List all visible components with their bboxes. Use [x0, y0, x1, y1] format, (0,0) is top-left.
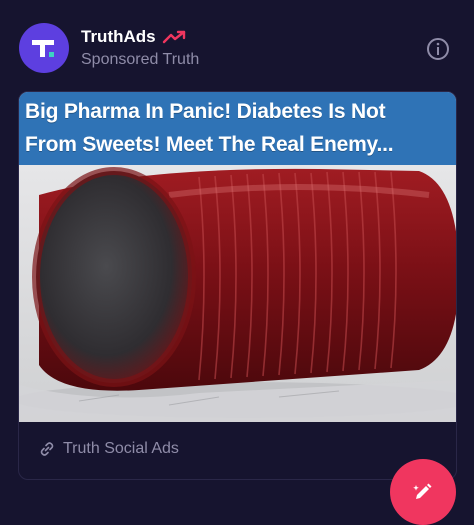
ad-banner: Big Pharma In Panic! Diabetes Is Not Fro…	[19, 92, 456, 165]
compose-button[interactable]	[390, 459, 456, 525]
info-icon[interactable]	[426, 37, 450, 61]
trending-up-icon	[162, 30, 185, 44]
ad-link[interactable]: Truth Social Ads	[39, 440, 179, 458]
ad-photo	[19, 165, 456, 422]
account-name[interactable]: TruthAds	[81, 27, 156, 47]
sponsored-post: TruthAds Sponsored Truth Big Pharma In P…	[0, 0, 474, 525]
ad-card[interactable]: Big Pharma In Panic! Diabetes Is Not Fro…	[18, 91, 457, 480]
link-icon	[40, 442, 54, 456]
pencil-sparkle-icon	[413, 483, 432, 499]
truth-social-logo-icon	[32, 40, 54, 57]
ad-image[interactable]: Big Pharma In Panic! Diabetes Is Not Fro…	[19, 92, 456, 422]
ad-link-label[interactable]: Truth Social Ads	[63, 440, 179, 458]
account-name-row[interactable]: TruthAds	[81, 27, 188, 47]
avatar[interactable]	[19, 23, 69, 73]
ad-headline: Big Pharma In Panic! Diabetes Is Not Fro…	[25, 100, 394, 156]
sponsored-label: Sponsored Truth	[81, 51, 200, 68]
